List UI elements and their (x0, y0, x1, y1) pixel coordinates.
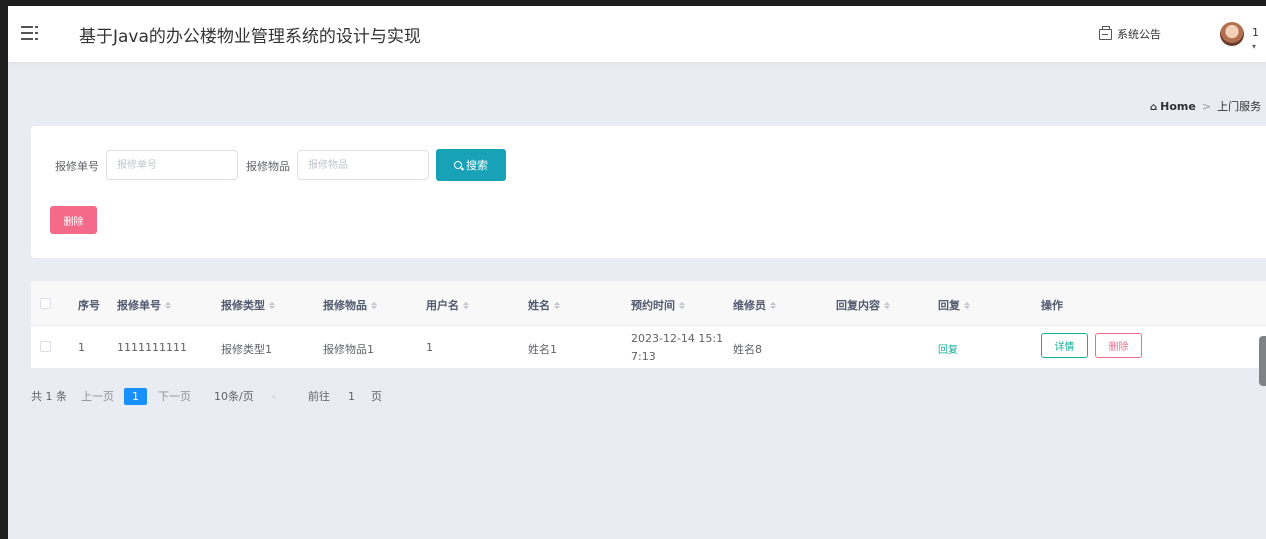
search-button-label: 搜索 (466, 160, 488, 172)
top-navbar: 基于Java的办公楼物业管理系统的设计与实现 系统公告 1 ▾ (8, 6, 1266, 62)
search-icon (454, 161, 462, 169)
breadcrumb: ⌂ Home > 上门服务 (1150, 98, 1261, 114)
repair-item-label: 报修物品 (246, 160, 290, 173)
pagination: 共 1 条 上一页 1 下一页 10条/页 ⌄ 前往 1 页 (31, 388, 431, 406)
sort-icon[interactable] (269, 301, 275, 309)
col-username[interactable]: 用户名 (426, 297, 469, 313)
next-page-button[interactable]: 下一页 (158, 388, 191, 405)
cell-index: 1 (78, 341, 85, 354)
repair-no-input[interactable] (106, 150, 238, 180)
breadcrumb-separator: > (1201, 99, 1212, 113)
cell-username: 1 (426, 341, 433, 354)
goto-prefix: 前往 (308, 390, 330, 403)
prev-page-button[interactable]: 上一页 (81, 388, 114, 405)
sort-icon[interactable] (770, 301, 776, 309)
breadcrumb-home-label: Home (1160, 99, 1196, 113)
select-all-checkbox[interactable] (40, 298, 51, 309)
col-actions: 操作 (1041, 299, 1063, 312)
chevron-down-icon: ▾ (1252, 42, 1257, 51)
breadcrumb-current: 上门服务 (1217, 100, 1262, 113)
row-checkbox[interactable] (40, 341, 51, 352)
detail-button[interactable]: 详情 (1041, 333, 1088, 358)
page-size-value: 10条/页 (214, 390, 254, 403)
col-reply[interactable]: 回复 (938, 297, 970, 313)
page-number-active[interactable]: 1 (124, 388, 147, 405)
sort-icon[interactable] (165, 301, 171, 309)
sort-icon[interactable] (964, 301, 970, 309)
cell-repair-type: 报修类型1 (221, 343, 272, 356)
user-dropdown[interactable]: 1 ▾ (1252, 26, 1266, 52)
col-repair-item[interactable]: 报修物品 (323, 297, 377, 313)
table-row: 1 1111111111 报修类型1 报修物品1 1 姓名1 2023-12-1… (31, 326, 1266, 368)
breadcrumb-home[interactable]: ⌂ Home (1150, 100, 1196, 113)
page-size-select[interactable]: 10条/页 ⌄ (214, 388, 277, 405)
avatar[interactable] (1220, 22, 1244, 46)
sort-icon[interactable] (554, 301, 560, 309)
reply-link[interactable]: 回复 (938, 341, 958, 356)
col-appointment-time[interactable]: 预约时间 (631, 297, 685, 313)
system-title: 基于Java的办公楼物业管理系统的设计与实现 (79, 27, 421, 47)
cell-repair-no: 1111111111 (117, 341, 187, 354)
chevron-down-icon: ⌄ (269, 391, 278, 401)
table-header: 序号 报修单号 报修类型 报修物品 用户名 姓名 预约时间 维修员 回复内容 回… (31, 281, 1266, 326)
side-drawer-handle[interactable] (1259, 336, 1266, 386)
goto-suffix: 页 (371, 390, 382, 403)
user-label: 1 (1252, 26, 1259, 39)
cell-appointment-time: 2023-12-14 15:1 7:13 (631, 332, 724, 363)
goto-page-input[interactable]: 1 (348, 388, 355, 405)
search-button[interactable]: 搜索 (436, 149, 506, 181)
system-notice-button[interactable]: 系统公告 (1099, 25, 1161, 42)
home-icon: ⌂ (1150, 101, 1158, 113)
app-frame: 基于Java的办公楼物业管理系统的设计与实现 系统公告 1 ▾ ⌂ Home > … (8, 6, 1266, 539)
data-table: 序号 报修单号 报修类型 报修物品 用户名 姓名 预约时间 维修员 回复内容 回… (31, 281, 1266, 368)
cell-name: 姓名1 (528, 343, 557, 356)
col-repairman[interactable]: 维修员 (733, 297, 776, 313)
notice-label: 系统公告 (1117, 28, 1161, 41)
cell-repair-item: 报修物品1 (323, 343, 374, 356)
repair-item-input[interactable] (297, 150, 429, 180)
repair-no-label: 报修单号 (55, 160, 99, 173)
col-index: 序号 (78, 299, 100, 312)
col-reply-content[interactable]: 回复内容 (836, 297, 890, 313)
col-repair-type[interactable]: 报修类型 (221, 297, 275, 313)
sort-icon[interactable] (371, 301, 377, 309)
menu-toggle-icon[interactable] (21, 24, 39, 42)
row-delete-button[interactable]: 删除 (1095, 333, 1142, 358)
search-panel: 报修单号 报修物品 搜索 删除 (31, 126, 1266, 258)
col-name[interactable]: 姓名 (528, 297, 560, 313)
cell-repairman: 姓名8 (733, 343, 762, 356)
sort-icon[interactable] (679, 301, 685, 309)
sort-icon[interactable] (463, 301, 469, 309)
pagination-total: 共 1 条 (31, 390, 67, 403)
notice-icon (1099, 25, 1112, 40)
sort-icon[interactable] (884, 301, 890, 309)
batch-delete-button[interactable]: 删除 (50, 206, 97, 234)
col-repair-no[interactable]: 报修单号 (117, 297, 171, 313)
